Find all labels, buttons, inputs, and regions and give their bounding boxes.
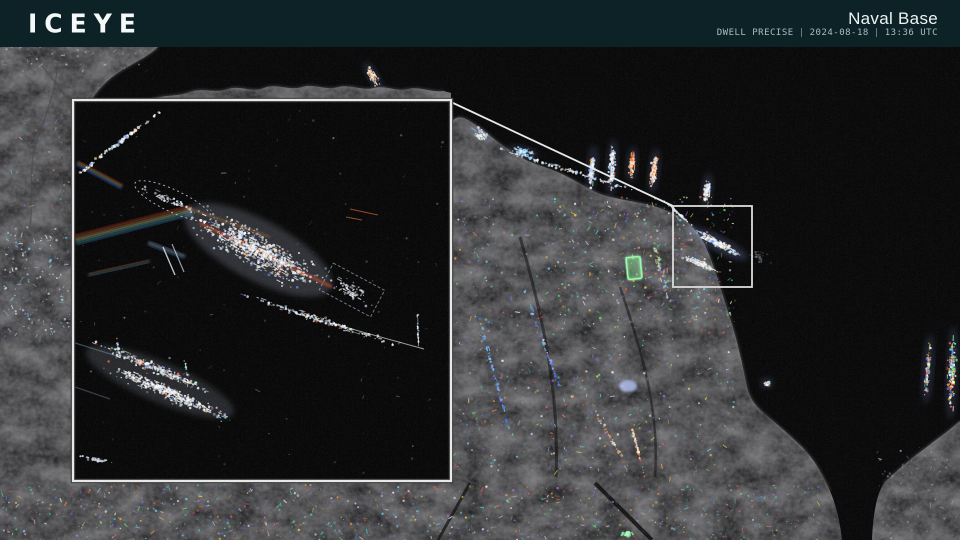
grain-overlay bbox=[0, 47, 960, 540]
separator: | bbox=[874, 28, 880, 38]
capture-info: DWELL PRECISE | 2024-08-18 | 13:36 UTC bbox=[717, 29, 938, 38]
app-window: { "header": { "logo": "ICEYE", "title": … bbox=[0, 0, 960, 540]
capture-date: 2024-08-18 bbox=[810, 28, 869, 38]
header-bar: ICEYE Naval Base DWELL PRECISE | 2024-08-1… bbox=[0, 0, 960, 47]
page-title: Naval Base bbox=[848, 10, 938, 27]
capture-mode: DWELL PRECISE bbox=[717, 28, 794, 38]
iceye-logo: ICEYE bbox=[28, 8, 143, 38]
capture-time: 13:36 UTC bbox=[885, 28, 938, 38]
separator: | bbox=[799, 28, 805, 38]
header-right: Naval Base DWELL PRECISE | 2024-08-18 | 13:3… bbox=[717, 10, 938, 38]
sar-image-container bbox=[0, 47, 960, 540]
sar-image bbox=[0, 47, 960, 540]
